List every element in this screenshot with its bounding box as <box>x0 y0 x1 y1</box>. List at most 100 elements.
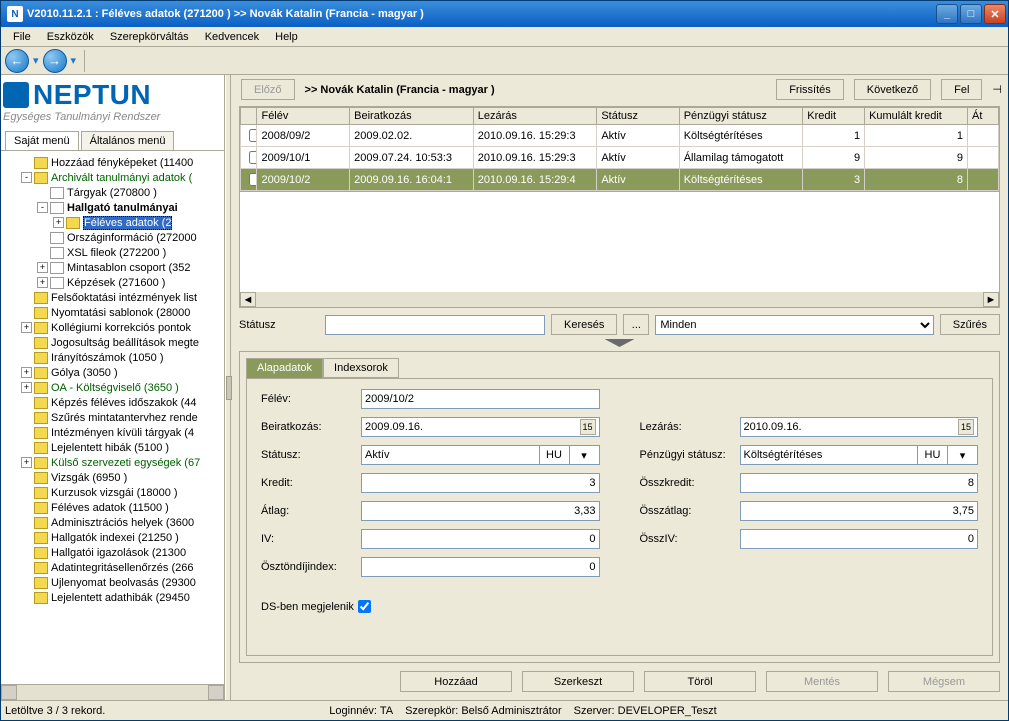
vertical-splitter[interactable] <box>225 75 231 700</box>
menu-file[interactable]: File <box>5 29 39 45</box>
ds-checkbox[interactable] <box>358 600 371 613</box>
grid-scroll-right[interactable]: ► <box>983 292 999 307</box>
prev-button[interactable]: Előző <box>241 79 295 100</box>
pstatusz-dropdown-icon[interactable]: ▾ <box>948 445 978 465</box>
tree-expander-icon[interactable]: + <box>37 277 48 288</box>
tree-item[interactable]: Tárgyak (270800 ) <box>1 185 224 200</box>
tree-item[interactable]: +Képzések (271600 ) <box>1 275 224 290</box>
tree-expander-icon[interactable]: + <box>21 322 32 333</box>
calendar-icon[interactable]: 15 <box>958 419 974 435</box>
menu-tree[interactable]: Hozzáad fényképeket (11400-Archivált tan… <box>1 151 224 684</box>
filter-button[interactable]: Szűrés <box>940 314 1000 335</box>
minimize-button[interactable]: _ <box>936 4 958 24</box>
menu-tools[interactable]: Eszközök <box>39 29 102 45</box>
tree-expander-icon[interactable]: + <box>21 382 32 393</box>
tab-alapadatok[interactable]: Alapadatok <box>246 358 323 378</box>
tree-item[interactable]: -Hallgató tanulmányai <box>1 200 224 215</box>
search-input[interactable] <box>325 315 545 335</box>
pstatusz-field[interactable]: Költségtérítéses <box>740 445 919 465</box>
row-checkbox[interactable] <box>249 173 257 186</box>
tree-item[interactable]: Felsőoktatási intézmények list <box>1 290 224 305</box>
tree-item[interactable]: +OA - Költségviselő (3650 ) <box>1 380 224 395</box>
tab-general-menu[interactable]: Általános menü <box>81 131 175 150</box>
statusz-dropdown-icon[interactable]: ▾ <box>570 445 600 465</box>
tree-item[interactable]: Hallgatói igazolások (21300 <box>1 545 224 560</box>
kredit-field[interactable]: 3 <box>361 473 600 493</box>
osztondij-field[interactable]: 0 <box>361 557 600 577</box>
forward-dropdown-icon[interactable]: ▾ <box>71 54 77 67</box>
atlag-field[interactable]: 3,33 <box>361 501 600 521</box>
tree-item[interactable]: Irányítószámok (1050 ) <box>1 350 224 365</box>
tree-item[interactable]: Vizsgák (6950 ) <box>1 470 224 485</box>
grid-check-header[interactable] <box>241 108 257 125</box>
osszkredit-field[interactable]: 8 <box>740 473 979 493</box>
table-row[interactable]: 2008/09/22009.02.02.2010.09.16. 15:29:3A… <box>241 125 999 147</box>
back-button[interactable]: ← <box>5 49 29 73</box>
tree-item[interactable]: Képzés féléves időszakok (44 <box>1 395 224 410</box>
row-checkbox[interactable] <box>249 129 257 142</box>
osszatlag-field[interactable]: 3,75 <box>740 501 979 521</box>
search-button[interactable]: Keresés <box>551 314 617 335</box>
menu-help[interactable]: Help <box>267 29 306 45</box>
grid-scroll-track[interactable] <box>256 292 983 307</box>
tree-item[interactable]: +Gólya (3050 ) <box>1 365 224 380</box>
tree-expander-icon[interactable]: + <box>37 262 48 273</box>
tree-expander-icon[interactable]: + <box>53 217 64 228</box>
tree-expander-icon[interactable]: - <box>21 172 32 183</box>
grid-scroll-left[interactable]: ◄ <box>240 292 256 307</box>
tree-item[interactable]: Hallgatók indexei (21250 ) <box>1 530 224 545</box>
beiratkozas-field[interactable]: 2009.09.16.15 <box>361 417 600 437</box>
tree-item[interactable]: Országinformáció (272000 <box>1 230 224 245</box>
grid-col-header[interactable]: Félév <box>257 108 350 125</box>
cancel-button[interactable]: Mégsem <box>888 671 1000 692</box>
pstatusz-lang[interactable]: HU <box>918 445 948 465</box>
maximize-button[interactable]: □ <box>960 4 982 24</box>
tree-item[interactable]: -Archivált tanulmányi adatok ( <box>1 170 224 185</box>
scroll-track[interactable] <box>17 685 208 700</box>
tree-item[interactable]: Kurzusok vizsgái (18000 ) <box>1 485 224 500</box>
grid-col-header[interactable]: Pénzügyi státusz <box>679 108 803 125</box>
tree-hscroll[interactable] <box>1 684 224 700</box>
grid-col-header[interactable]: Beiratkozás <box>350 108 474 125</box>
tree-item[interactable]: Jogosultság beállítások megte <box>1 335 224 350</box>
up-button[interactable]: Fel <box>941 79 982 100</box>
tree-item[interactable]: Lejelentett hibák (5100 ) <box>1 440 224 455</box>
tree-item[interactable]: Hozzáad fényképeket (11400 <box>1 155 224 170</box>
tree-item[interactable]: +Külső szervezeti egységek (67 <box>1 455 224 470</box>
tree-item[interactable]: Adminisztrációs helyek (3600 <box>1 515 224 530</box>
grid-col-header[interactable]: Lezárás <box>473 108 597 125</box>
table-row[interactable]: 2009/10/22009.09.16. 16:04:12010.09.16. … <box>241 169 999 191</box>
grid-col-header[interactable]: Kredit <box>803 108 865 125</box>
scroll-left-button[interactable] <box>1 685 17 700</box>
table-row[interactable]: 2009/10/12009.07.24. 10:53:32010.09.16. … <box>241 147 999 169</box>
tab-own-menu[interactable]: Saját menü <box>5 131 79 150</box>
close-button[interactable]: ✕ <box>984 4 1006 24</box>
grid-hscroll[interactable]: ◄ ► <box>239 292 1000 308</box>
row-checkbox[interactable] <box>249 151 257 164</box>
splitter-handle[interactable] <box>226 376 232 400</box>
lezaras-field[interactable]: 2010.09.16.15 <box>740 417 979 437</box>
tree-item[interactable]: Nyomtatási sablonok (28000 <box>1 305 224 320</box>
tree-item[interactable]: +Féléves adatok (2 <box>1 215 224 230</box>
delete-button[interactable]: Töröl <box>644 671 756 692</box>
next-button[interactable]: Következő <box>854 79 931 100</box>
tree-item[interactable]: Szűrés mintatantervhez rende <box>1 410 224 425</box>
refresh-button[interactable]: Frissítés <box>776 79 844 100</box>
add-button[interactable]: Hozzáad <box>400 671 512 692</box>
tree-item[interactable]: Lejelentett adathibák (29450 <box>1 590 224 605</box>
iv-field[interactable]: 0 <box>361 529 600 549</box>
tree-item[interactable]: XSL fileok (272200 ) <box>1 245 224 260</box>
tree-item[interactable]: Ujlenyomat beolvasás (29300 <box>1 575 224 590</box>
grid-col-header[interactable]: Át <box>968 108 999 125</box>
statusz-lang[interactable]: HU <box>540 445 570 465</box>
tree-item[interactable]: +Mintasablon csoport (352 <box>1 260 224 275</box>
save-button[interactable]: Mentés <box>766 671 878 692</box>
tab-indexsorok[interactable]: Indexsorok <box>323 358 399 378</box>
tree-expander-icon[interactable]: + <box>21 457 32 468</box>
menu-fav[interactable]: Kedvencek <box>197 29 267 45</box>
tree-item[interactable]: Intézményen kívüli tárgyak (4 <box>1 425 224 440</box>
calendar-icon[interactable]: 15 <box>580 419 596 435</box>
grid-col-header[interactable]: Státusz <box>597 108 679 125</box>
scope-select[interactable]: Minden <box>655 315 933 335</box>
search-options-button[interactable]: ... <box>623 314 649 335</box>
